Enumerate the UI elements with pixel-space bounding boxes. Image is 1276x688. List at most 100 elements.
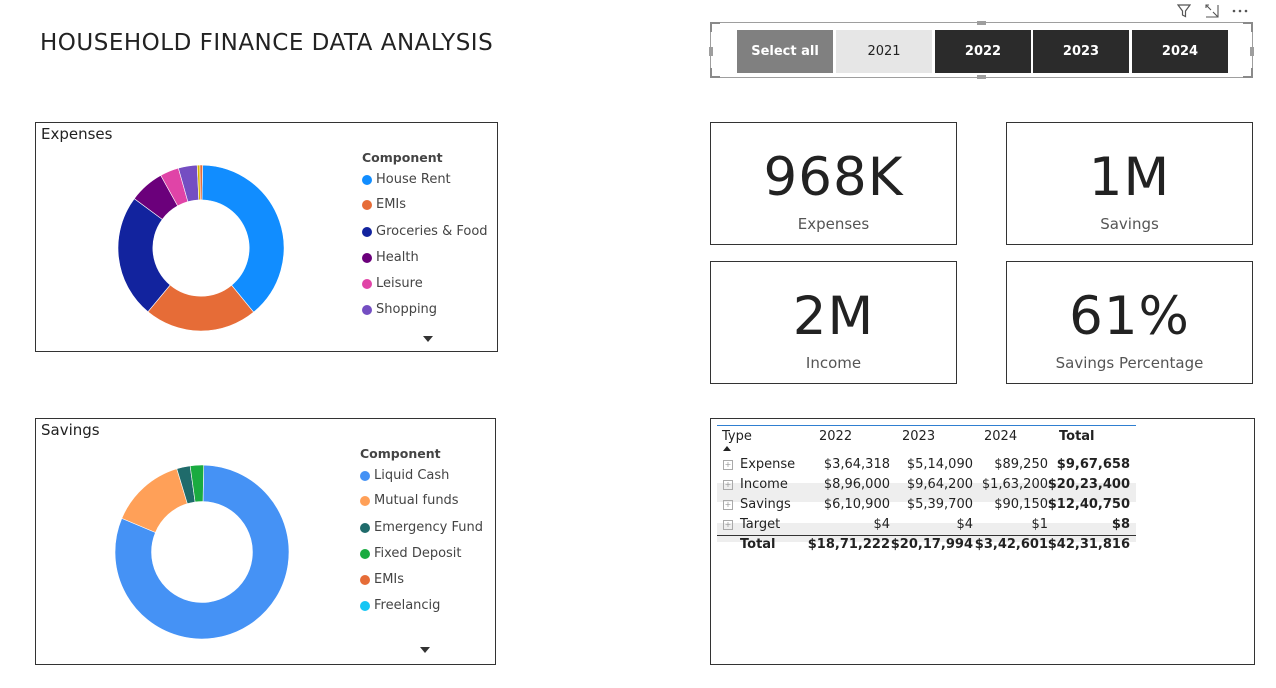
legend-item[interactable]: Groceries & Food (362, 224, 488, 239)
legend-scroll-down-icon[interactable] (423, 336, 433, 342)
legend-item[interactable]: Shopping (362, 302, 437, 317)
legend-marker (360, 600, 370, 611)
legend-item[interactable]: Freelancig (360, 598, 440, 613)
row-label: Income (740, 477, 788, 492)
savings-card[interactable]: 1M Savings (1006, 122, 1253, 245)
filter-icon[interactable] (1175, 2, 1193, 20)
legend-marker (362, 252, 372, 263)
legend-marker (360, 495, 370, 506)
expenses-donut-chart[interactable] (116, 163, 286, 333)
legend-item[interactable]: House Rent (362, 172, 451, 187)
income-card[interactable]: 2M Income (710, 261, 957, 384)
table-cell: $6,10,900 (823, 497, 890, 512)
table-cell: $12,40,750 (1047, 497, 1130, 512)
column-header-total[interactable]: Total (1059, 429, 1095, 444)
table-cell: $20,23,400 (1047, 477, 1130, 492)
card-label: Savings Percentage (1055, 354, 1204, 372)
expenses-card[interactable]: 968K Expenses (710, 122, 957, 245)
focus-mode-icon[interactable] (1203, 2, 1221, 20)
savings-donut-chart[interactable] (113, 463, 291, 641)
total-row-label: Total (740, 537, 776, 552)
card-value: 2M (792, 286, 875, 347)
expand-icon[interactable]: + (723, 480, 733, 490)
legend-title: Component (360, 446, 441, 461)
column-header-2022[interactable]: 2022 (819, 429, 852, 444)
expand-icon[interactable]: + (723, 520, 733, 530)
resize-handle[interactable] (710, 22, 720, 32)
row-label: Expense (740, 457, 796, 472)
legend-item[interactable]: Health (362, 250, 419, 265)
table-cell: $1,63,200 (981, 477, 1048, 492)
legend-label: EMIs (374, 572, 405, 587)
table-cell: $1 (1031, 517, 1048, 532)
card-value: 61% (1069, 286, 1190, 347)
legend-label: Freelancig (374, 598, 441, 613)
card-value: 1M (1088, 147, 1171, 208)
savings-percentage-card[interactable]: 61% Savings Percentage (1006, 261, 1253, 384)
legend-marker (360, 522, 370, 533)
slicer-year-2022-button[interactable]: 2022 (935, 30, 1031, 73)
slicer-year-2021-button[interactable]: 2021 (836, 30, 932, 73)
savings-chart-panel[interactable]: Savings Component Liquid Cash Mutual fun… (35, 418, 496, 665)
card-label: Expenses (797, 215, 870, 233)
expand-icon[interactable]: + (723, 500, 733, 510)
resize-handle[interactable] (710, 68, 720, 78)
legend-item[interactable]: Liquid Cash (360, 468, 449, 483)
legend-marker (362, 278, 372, 289)
row-label: Target (740, 517, 781, 532)
legend-item[interactable]: EMIs (360, 572, 404, 587)
resize-handle[interactable] (709, 47, 713, 56)
legend-label: Mutual funds (374, 493, 459, 508)
sort-ascending-icon[interactable] (723, 446, 731, 451)
total-rule (717, 535, 1136, 536)
column-header-2023[interactable]: 2023 (902, 429, 935, 444)
legend-scroll-down-icon[interactable] (420, 647, 430, 653)
row-label: Savings (740, 497, 791, 512)
legend-label: Groceries & Food (376, 224, 488, 239)
page-title: HOUSEHOLD FINANCE DATA ANALYSIS (40, 30, 494, 56)
table-cell: $9,67,658 (1056, 457, 1130, 472)
legend-title: Component (362, 150, 443, 165)
table-cell: $8,96,000 (823, 477, 890, 492)
finance-matrix-table[interactable]: Type 2022 2023 2024 Total + Expense $3,6… (710, 418, 1255, 665)
legend-item[interactable]: EMIs (362, 197, 406, 212)
resize-handle[interactable] (1250, 47, 1254, 56)
expenses-chart-panel[interactable]: Expenses Component House Rent EMIs Groce… (35, 122, 498, 352)
expand-icon[interactable]: + (723, 460, 733, 470)
table-cell: $4 (873, 517, 890, 532)
legend-label: Leisure (376, 276, 423, 291)
total-cell: $42,31,816 (1047, 537, 1130, 552)
total-cell: $20,17,994 (890, 537, 973, 552)
legend-marker (362, 174, 372, 185)
legend-label: Emergency Fund (374, 520, 483, 535)
donut-slice-house-rent[interactable] (201, 164, 285, 313)
resize-handle[interactable] (1243, 22, 1253, 32)
legend-item[interactable]: Fixed Deposit (360, 546, 462, 561)
column-header-type[interactable]: Type (722, 429, 752, 444)
legend-marker (360, 574, 370, 585)
resize-handle[interactable] (1243, 68, 1253, 78)
table-cell: $5,14,090 (906, 457, 973, 472)
donut-slice-other-2[interactable] (199, 164, 203, 201)
table-cell: $90,150 (994, 497, 1048, 512)
legend-label: Liquid Cash (374, 468, 450, 483)
legend-item[interactable]: Emergency Fund (360, 520, 483, 535)
legend-marker (362, 304, 372, 315)
legend-item[interactable]: Leisure (362, 276, 423, 291)
resize-handle[interactable] (977, 21, 986, 25)
legend-item[interactable]: Mutual funds (360, 493, 459, 508)
legend-label: Fixed Deposit (374, 546, 462, 561)
slicer-year-2023-button[interactable]: 2023 (1033, 30, 1129, 73)
total-cell: $18,71,222 (807, 537, 890, 552)
card-label: Income (805, 354, 862, 372)
legend-marker (362, 226, 372, 237)
legend-label: Shopping (376, 302, 438, 317)
slicer-year-2024-button[interactable]: 2024 (1132, 30, 1228, 73)
legend-marker (360, 470, 370, 481)
column-header-2024[interactable]: 2024 (984, 429, 1017, 444)
table-cell: $9,64,200 (906, 477, 973, 492)
slicer-select-all-button[interactable]: Select all (737, 30, 833, 73)
resize-handle[interactable] (977, 75, 986, 79)
more-options-icon[interactable] (1231, 2, 1249, 20)
card-value: 968K (763, 147, 904, 208)
